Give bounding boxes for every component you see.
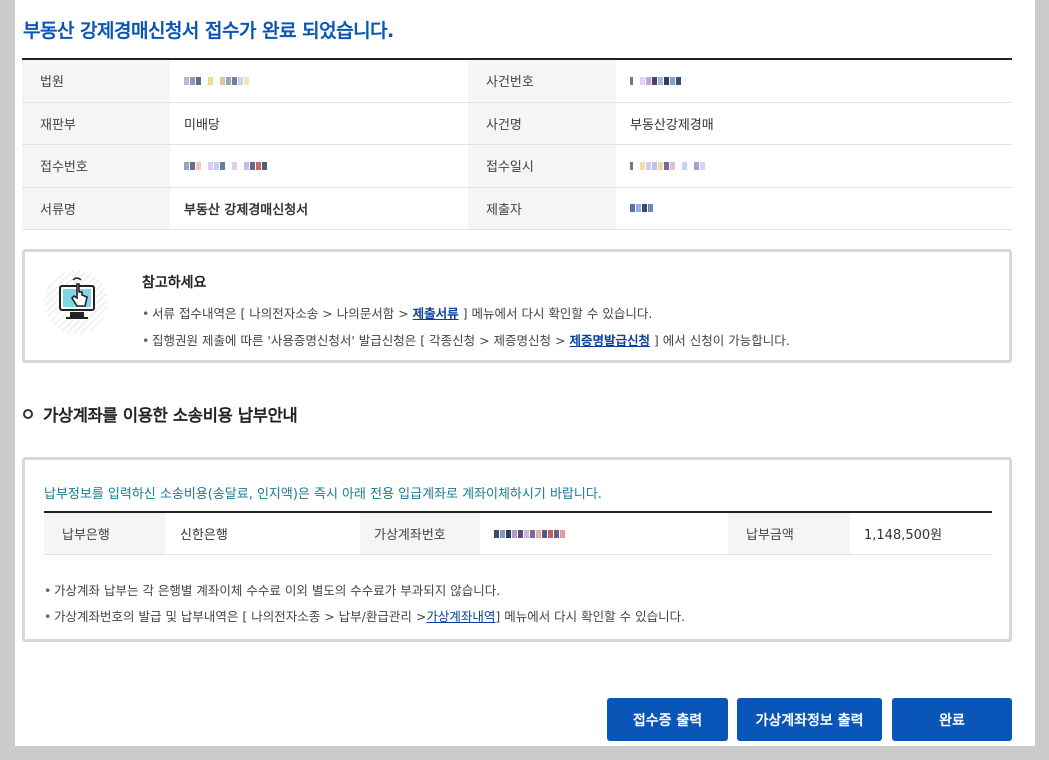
bank-value: 신한은행 xyxy=(180,528,228,543)
bank-label: 납부은행 xyxy=(44,513,166,554)
case-name-value: 부동산강제경매 xyxy=(630,117,714,133)
case-no-value-redacted xyxy=(616,60,914,102)
notice-line-2: • 집행권원 제출에 따른 '사용증명신청서' 발급신청은 [ 각종신청 > 제증… xyxy=(142,333,790,348)
notice-line-1-text: 서류 접수내역은 [ 나의전자소송 > 나의문서함 > xyxy=(152,306,413,321)
payment-note-2-suffix: ] 메뉴에서 다시 확인할 수 있습니다. xyxy=(495,609,686,624)
receipt-no-value-redacted xyxy=(170,145,468,187)
case-name-label: 사건명 xyxy=(468,102,616,144)
payment-guide-text: 납부정보를 입력하신 소송비용(송달료, 인지액)은 즉시 아래 전용 입급계좌… xyxy=(44,487,602,502)
receipt-date-label: 접수일시 xyxy=(468,145,616,187)
receipt-print-button[interactable]: 접수증 출력 xyxy=(607,698,728,741)
notice-box: 참고하세요 • 서류 접수내역은 [ 나의전자소송 > 나의문서함 > 제출서류 … xyxy=(22,249,1012,363)
notice-line-2-suffix: ] 에서 신청이 가능합니다. xyxy=(649,333,790,348)
page-title: 부동산 강제경매신청서 접수가 완료 되었습니다. xyxy=(23,20,394,42)
account-label: 가상계좌번호 xyxy=(360,513,480,554)
submitter-label: 제출자 xyxy=(468,187,616,229)
table-row: 법원 사건번호 xyxy=(22,60,1012,103)
payment-note-2: • 가상계좌번호의 발급 및 납부내역은 [ 나의전자소종 > 납부/환급관리 >… xyxy=(44,609,686,624)
case-no-label: 사건번호 xyxy=(468,60,616,102)
court-value-redacted xyxy=(170,60,468,102)
table-row: 재판부 미배당 사건명 부동산강제경매 xyxy=(22,102,1012,145)
submitter-value-redacted xyxy=(616,188,914,230)
section-heading: 가상계좌를 이용한 소송비용 납부안내 xyxy=(23,402,298,426)
done-button[interactable]: 완료 xyxy=(892,698,1012,741)
payment-box: 납부정보를 입력하신 소송비용(송달료, 인지액)은 즉시 아래 전용 입급계좌… xyxy=(22,457,1012,642)
table-row: 납부은행 신한은행 가상계좌번호 납부금액 1,148,500원 xyxy=(44,513,992,555)
notice-line-1: • 서류 접수내역은 [ 나의전자소송 > 나의문서함 > 제출서류 ] 메뉴에서… xyxy=(142,306,653,321)
account-info-print-button[interactable]: 가상계좌정보 출력 xyxy=(737,698,882,741)
submitted-docs-link[interactable]: 제출서류 xyxy=(413,306,459,321)
receipt-info-table: 법원 사건번호 재판부 미배당 사건명 부동산강제경매 접수번호 접수일시 서류… xyxy=(22,58,1012,230)
amount-label: 납부금액 xyxy=(728,513,850,554)
notice-line-1-suffix: ] 메뉴에서 다시 확인할 수 있습니다. xyxy=(458,306,653,321)
account-value-redacted xyxy=(480,513,728,554)
table-row: 접수번호 접수일시 xyxy=(22,145,1012,188)
division-label: 재판부 xyxy=(22,102,170,144)
touch-screen-icon xyxy=(44,270,108,334)
payment-note-1-text: 가상계좌 납부는 각 은행별 계좌이체 수수료 이외 별도의 수수료가 부과되지… xyxy=(54,583,501,598)
receipt-no-label: 접수번호 xyxy=(22,145,170,187)
virtual-account-history-link[interactable]: 가상계좌내역 xyxy=(426,609,495,624)
notice-title: 참고하세요 xyxy=(142,275,207,291)
doc-name-value: 부동산 강제경매신청서 xyxy=(184,202,309,218)
section-title: 가상계좌를 이용한 소송비용 납부안내 xyxy=(43,406,298,425)
payment-note-2-text: 가상계좌번호의 발급 및 납부내역은 [ 나의전자소종 > 납부/환급관리 > xyxy=(54,609,427,624)
receipt-date-value-redacted xyxy=(616,145,914,187)
doc-name-label: 서류명 xyxy=(22,187,170,229)
certificate-issue-link[interactable]: 제증명발급신청 xyxy=(569,333,650,348)
receipt-complete-panel: 부동산 강제경매신청서 접수가 완료 되었습니다. 법원 사건번호 재판부 미배… xyxy=(15,0,1035,746)
table-row: 서류명 부동산 강제경매신청서 제출자 xyxy=(22,187,1012,230)
payment-note-1: • 가상계좌 납부는 각 은행별 계좌이체 수수료 이외 별도의 수수료가 부과되… xyxy=(44,583,501,598)
court-label: 법원 xyxy=(22,60,170,102)
amount-value: 1,148,500원 xyxy=(864,528,943,543)
division-value: 미배당 xyxy=(184,117,220,133)
circle-bullet-icon xyxy=(23,409,33,419)
notice-line-2-text: 집행권원 제출에 따른 '사용증명신청서' 발급신청은 [ 각종신청 > 제증명… xyxy=(152,333,570,348)
payment-table: 납부은행 신한은행 가상계좌번호 납부금액 1,148,500원 xyxy=(44,511,992,555)
